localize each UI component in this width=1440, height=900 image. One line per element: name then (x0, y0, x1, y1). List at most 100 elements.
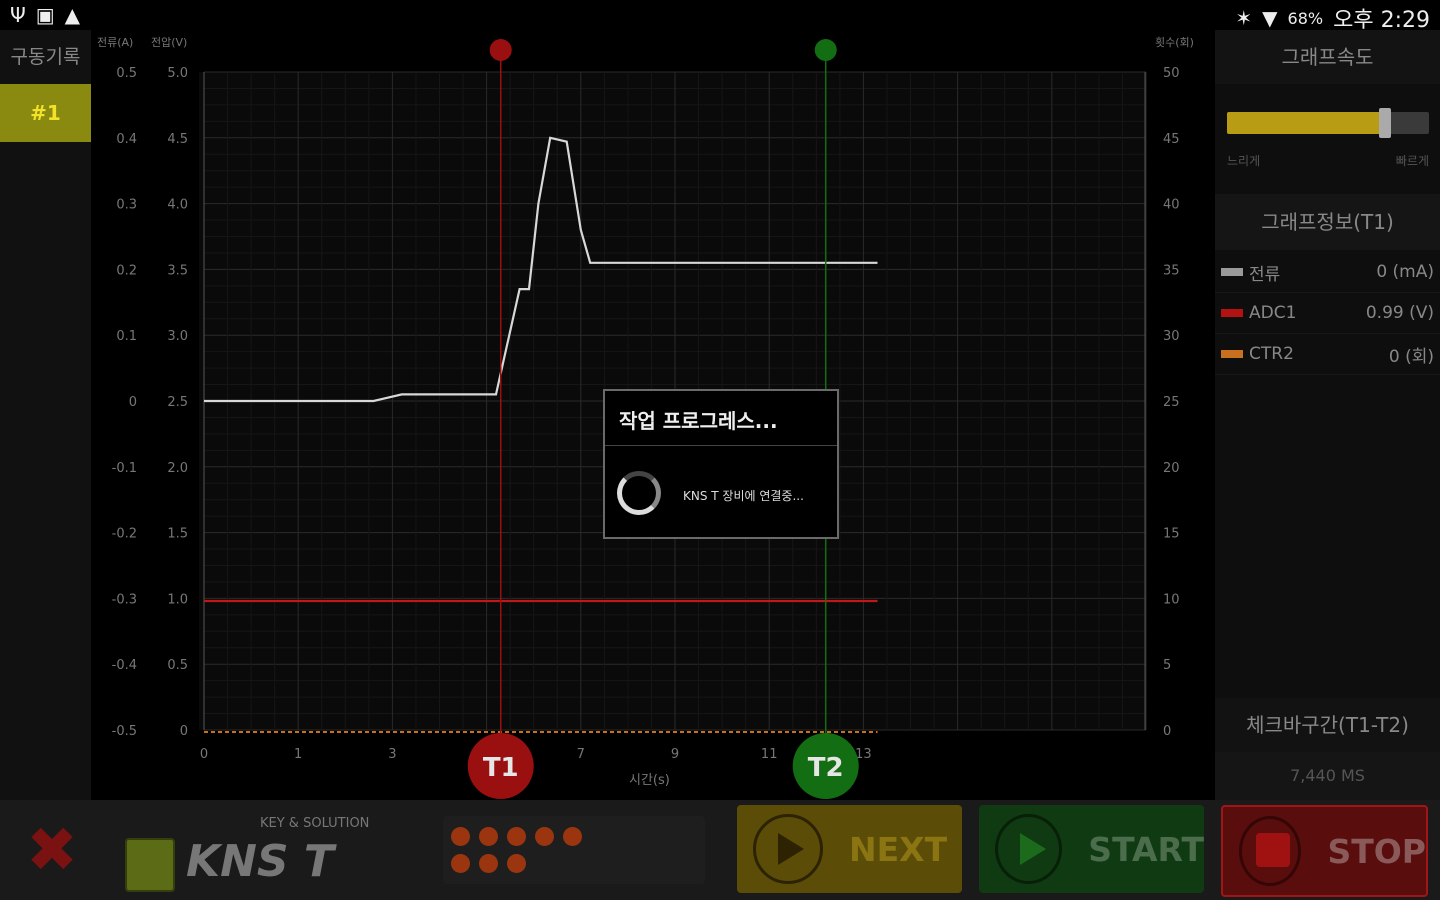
indicator-dot (507, 854, 526, 873)
y-tick-label-current: 0 (129, 395, 137, 410)
device-icon (125, 838, 175, 892)
indicator-dot (451, 827, 470, 846)
check-bar-title: 체크바구간(T1-T2) (1215, 698, 1440, 752)
legend-name: 전류 (1249, 264, 1281, 285)
legend-name: ADC1 (1249, 303, 1297, 323)
time-marker-label: T1 (483, 753, 519, 783)
bluetooth-icon: ✶ (1235, 6, 1253, 30)
start-button[interactable]: START (979, 805, 1204, 893)
wifi-icon: ▼ (1262, 6, 1278, 30)
y-tick-label-current: -0.2 (112, 527, 137, 542)
legend-swatch (1221, 268, 1243, 276)
x-tick-label: 11 (761, 747, 778, 762)
y-tick-label-current: -0.4 (112, 658, 137, 673)
usb-icon: Ψ (10, 3, 26, 27)
legend-swatch (1221, 350, 1243, 358)
drive-log-panel: 구동기록 #1 (0, 30, 91, 800)
slider-min-label: 느리게 (1227, 154, 1261, 168)
legend-row-adc1: ADC1 0.99 (V) (1215, 293, 1440, 334)
time-marker-label: T2 (808, 753, 844, 783)
x-axis-title: 시간(s) (629, 773, 670, 788)
bottom-toolbar: ✖ KEY & SOLUTION KNS T NEXT START STOP (0, 800, 1440, 900)
y-tick-label-voltage: 0 (180, 724, 188, 739)
indicator-dot (479, 827, 498, 846)
play-icon (995, 814, 1063, 884)
drive-log-title: 구동기록 (10, 46, 81, 68)
stop-label: STOP (1327, 831, 1426, 871)
dialog-message: KNS T 장비에 연결중... (683, 489, 804, 503)
y-tick-label-current: 0.3 (116, 198, 137, 213)
close-button[interactable]: ✖ (22, 819, 82, 881)
y-tick-label-voltage: 0.5 (167, 658, 188, 673)
settings-panel: 그래프속도 느리게 빠르게 그래프정보(T1) 전류 0 (mA) ADC1 0… (1215, 30, 1440, 800)
y-tick-label-count: 30 (1163, 329, 1180, 344)
play-icon (753, 814, 823, 884)
y-axis-title-count: 횟수(회) (1155, 36, 1194, 49)
logo-name: KNS T (186, 836, 334, 887)
y-tick-label-current: 0.2 (116, 263, 137, 278)
y-tick-label-count: 15 (1163, 527, 1180, 542)
y-axis-title-voltage: 전압(V) (151, 36, 187, 49)
indicator-dot (535, 827, 554, 846)
y-tick-label-count: 10 (1163, 592, 1180, 607)
y-tick-label-current: -0.5 (112, 724, 137, 739)
battery-level: 68% (1287, 8, 1324, 28)
legend: 전류 0 (mA) ADC1 0.99 (V) CTR2 0 (회) (1215, 252, 1440, 375)
legend-value: 0.99 (V) (1365, 303, 1434, 323)
y-tick-label-voltage: 2.5 (167, 395, 188, 410)
dialog-title: 작업 프로그레스... (619, 409, 778, 433)
slider-thumb[interactable] (1379, 108, 1391, 138)
next-label: NEXT (849, 829, 948, 869)
start-label: START (1088, 829, 1204, 869)
y-tick-label-voltage: 4.0 (167, 198, 188, 213)
y-tick-label-current: -0.1 (112, 461, 137, 476)
indicator-dot (563, 827, 582, 846)
warning-icon: ▲ (64, 3, 81, 27)
y-tick-label-voltage: 3.5 (167, 263, 188, 278)
y-tick-label-voltage: 1.5 (167, 527, 188, 542)
y-tick-label-count: 25 (1163, 395, 1180, 410)
legend-row-current: 전류 0 (mA) (1215, 252, 1440, 293)
legend-value: 0 (회) (1388, 346, 1434, 367)
y-tick-label-count: 35 (1163, 263, 1180, 278)
y-tick-label-count: 20 (1163, 461, 1180, 476)
next-button[interactable]: NEXT (737, 805, 962, 893)
x-tick-label: 0 (200, 747, 208, 762)
kns-logo: KEY & SOLUTION KNS T (120, 810, 400, 892)
legend-row-ctr2: CTR2 0 (회) (1215, 334, 1440, 375)
y-tick-label-count: 50 (1163, 66, 1180, 81)
x-tick-label: 9 (671, 747, 679, 762)
indicator-dots (443, 816, 705, 884)
y-tick-label-count: 5 (1163, 658, 1171, 673)
drive-log-item[interactable]: #1 (0, 84, 91, 142)
y-tick-label-voltage: 3.0 (167, 329, 188, 344)
graph-speed-title: 그래프속도 (1215, 30, 1440, 84)
legend-name: CTR2 (1249, 344, 1294, 364)
slider-max-label: 빠르게 (1395, 154, 1429, 168)
time-marker-handle[interactable] (814, 39, 837, 61)
loading-spinner-icon (617, 471, 661, 515)
indicator-dot (507, 827, 526, 846)
check-bar-value: 7,440 MS (1215, 752, 1440, 800)
slider-fill (1227, 112, 1382, 134)
image-icon: ▣ (35, 3, 55, 27)
time-marker-handle[interactable] (489, 39, 512, 61)
y-tick-label-count: 45 (1163, 132, 1180, 147)
stop-icon (1239, 816, 1302, 886)
y-tick-label-voltage: 2.0 (167, 461, 188, 476)
graph-speed-slider[interactable] (1227, 108, 1429, 138)
y-tick-label-count: 0 (1163, 724, 1171, 739)
y-tick-label-current: 0.1 (116, 329, 137, 344)
x-tick-label: 3 (388, 747, 396, 762)
y-tick-label-voltage: 4.5 (167, 132, 188, 147)
progress-dialog: 작업 프로그레스... KNS T 장비에 연결중... (603, 389, 839, 539)
legend-value: 0 (mA) (1376, 262, 1434, 282)
graph-info-title: 그래프정보(T1) (1215, 194, 1440, 250)
indicator-dot (479, 854, 498, 873)
y-tick-label-count: 40 (1163, 198, 1180, 213)
stop-button[interactable]: STOP (1221, 805, 1428, 897)
indicator-dot (451, 854, 470, 873)
y-tick-label-current: 0.4 (116, 132, 137, 147)
y-axis-title-current: 전류(A) (97, 36, 133, 49)
y-tick-label-current: 0.5 (116, 66, 137, 81)
